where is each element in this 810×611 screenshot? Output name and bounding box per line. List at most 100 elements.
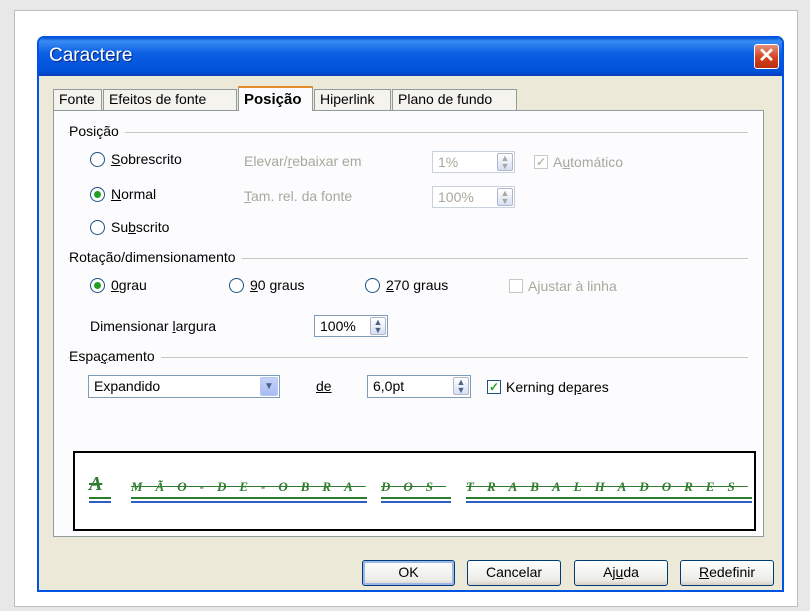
preview-underline (381, 501, 451, 503)
spin-arrows-icon[interactable]: ▲ ▼ (497, 153, 513, 171)
raise-lower-spinbox[interactable]: 1% ▲ ▼ (432, 151, 515, 173)
posicao-section-label: Posição (69, 123, 125, 139)
radio-label-mnemonic: 2 (386, 277, 394, 293)
preview-word: MÃO-DE-OBRA (131, 479, 366, 494)
radio-label: obrescrito (120, 151, 182, 167)
preview-box: A MÃO-DE-OBRA DOS TRABALHADORES (73, 451, 756, 531)
radio-subscrito[interactable]: Su b scrito (90, 219, 169, 235)
checkbox-label: ares (581, 379, 609, 395)
close-button[interactable]: ✕ (754, 44, 779, 69)
checkbox-label: A (528, 278, 538, 294)
button-label: edefinir (709, 564, 756, 580)
check-icon: ✓ (487, 380, 501, 394)
spacing-amount-spinbox[interactable]: 6,0pt ▲ ▼ (367, 375, 471, 398)
preview-word: TRABALHADORES (466, 479, 748, 494)
radio-label: grau (118, 277, 147, 293)
radio-label: scrito (135, 219, 170, 235)
de-label: de (316, 378, 332, 394)
label-text: Elevar/ (244, 153, 288, 169)
espacamento-divider (68, 357, 748, 358)
checkbox-label: ustar à linha (540, 278, 617, 294)
label-mnemonic: ç (100, 348, 108, 364)
checkbox-label-mnemonic: u (562, 154, 571, 170)
checkbox-label: tomático (570, 154, 624, 170)
title-bar[interactable]: Caractere ✕ (39, 38, 782, 76)
espacamento-section-label: Espaçamento (69, 348, 161, 364)
checkbox-label: A (553, 154, 563, 170)
tab-posicao[interactable]: Posição (238, 86, 313, 111)
label-mnemonic: de (316, 378, 332, 394)
preview-word: A (89, 473, 103, 495)
relative-font-size-spinbox[interactable]: 100% ▲ ▼ (432, 186, 515, 208)
help-button[interactable]: Ajuda (574, 560, 668, 586)
scale-width-label: Dimensionar largura (90, 318, 216, 334)
radio-label-mnemonic: S (111, 151, 121, 167)
check-icon: ✓ (534, 155, 548, 169)
radio-label-mnemonic: 0 (111, 277, 119, 293)
tab-panel-posicao: Posição Sobrescrito Normal Su b scrito Ele… (53, 110, 764, 537)
preview-underline (381, 497, 451, 499)
radio-label: 70 graus (393, 277, 449, 293)
radio-label: 0 graus (257, 277, 305, 293)
close-icon: ✕ (758, 45, 775, 67)
radio-sobrescrito[interactable]: Sobrescrito (90, 151, 182, 167)
reset-button[interactable]: Redefinir (680, 560, 774, 586)
tab-fonte[interactable]: Fonte (53, 89, 102, 110)
preview-word: DOS (381, 479, 447, 494)
label-text: am. rel. da fonte (251, 188, 353, 204)
radio-label-mnemonic: N (111, 186, 122, 202)
radio-circle (365, 277, 380, 293)
radio-label: Su (111, 219, 129, 235)
cancel-button[interactable]: Cancelar (467, 560, 561, 586)
tab-hiperlink[interactable]: Hiperlink (314, 89, 391, 110)
radio-normal[interactable]: Normal (90, 186, 156, 202)
checkbox-box (509, 279, 523, 293)
radio-circle-selected (90, 186, 105, 202)
preview-underline (466, 497, 752, 499)
radio-0-grau[interactable]: 0 grau (90, 277, 147, 293)
kerning-checkbox[interactable]: ✓ Kerning de p ares (487, 379, 609, 395)
label-text: argura (175, 318, 217, 334)
spinbox-value: 1% (438, 154, 459, 170)
caractere-dialog: Caractere ✕ Fonte Efeitos de fonte Posiç… (37, 36, 784, 592)
label-text: ebaixar em (292, 153, 362, 169)
checkbox-label-mnemonic: p (573, 379, 582, 395)
spacing-mode-dropdown[interactable]: Expandido ▼ (88, 375, 280, 398)
dialog-title: Caractere (49, 45, 133, 66)
spin-arrows-icon[interactable]: ▲ ▼ (497, 188, 513, 206)
radio-90-graus[interactable]: 90 graus (229, 277, 305, 293)
posicao-divider (68, 132, 748, 133)
preview-underline (131, 497, 367, 499)
tab-efeitos-de-fonte[interactable]: Efeitos de fonte (103, 89, 237, 110)
ajustar-linha-checkbox[interactable]: Aj ustar à linha (509, 278, 617, 294)
checkbox-label: Kerning de (506, 379, 574, 395)
automatico-checkbox[interactable]: ✓ Au tomático (534, 154, 623, 170)
rotacao-section-label: Rotação/dimensionamento (69, 249, 242, 265)
preview-underline (89, 497, 111, 499)
radio-circle (90, 151, 105, 167)
label-text: Espa (69, 348, 101, 364)
button-label: da (623, 564, 639, 580)
preview-underline (89, 501, 111, 503)
label-text: amento (107, 348, 155, 364)
scale-width-spinbox[interactable]: 100% ▲ ▼ (314, 315, 388, 337)
label-text: Dimensionar (90, 318, 173, 334)
raise-lower-label: Elevar/rebaixar em (244, 153, 362, 169)
button-label-mnemonic: R (698, 564, 710, 580)
spinbox-value: 6,0pt (373, 378, 405, 394)
radio-label-mnemonic: b (128, 219, 136, 235)
label-mnemonic: T (244, 188, 251, 204)
ok-button[interactable]: OK (362, 560, 455, 586)
chevron-down-icon[interactable]: ▼ (260, 377, 278, 396)
relative-font-size-label: Tam. rel. da fonte (244, 188, 352, 204)
preview-underline (131, 501, 367, 503)
radio-label-mnemonic: 9 (250, 277, 258, 293)
radio-circle (229, 277, 244, 293)
preview-underline (466, 501, 752, 503)
radio-circle (90, 219, 105, 235)
tab-plano-de-fundo[interactable]: Plano de fundo (392, 89, 517, 110)
spin-arrows-icon[interactable]: ▲ ▼ (370, 317, 386, 335)
spin-arrows-icon[interactable]: ▲ ▼ (453, 377, 469, 395)
radio-270-graus[interactable]: 2 70 graus (365, 277, 448, 293)
radio-circle-selected (90, 277, 105, 293)
